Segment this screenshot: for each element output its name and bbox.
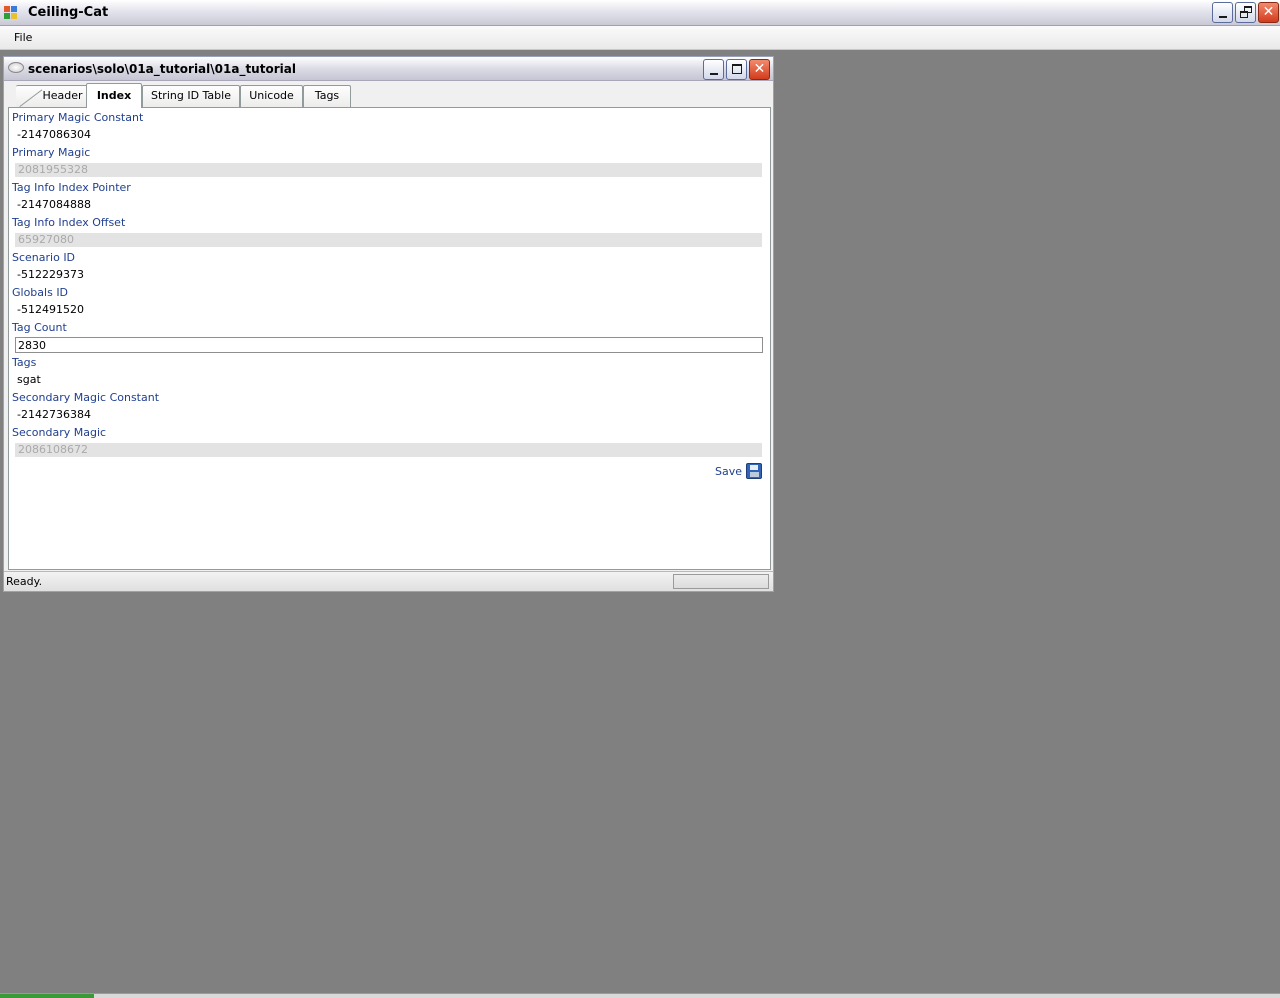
close-icon: ✕ [1262, 4, 1275, 20]
maximize-icon [732, 64, 742, 74]
field-label-tags: Tags [12, 356, 37, 369]
field-label-scenario-id: Scenario ID [12, 251, 76, 264]
status-progress-bar [673, 574, 769, 589]
app-title: Ceiling-Cat [28, 5, 109, 20]
save-button[interactable]: Save [715, 463, 762, 479]
map-window: scenarios\solo\01a_tutorial\01a_tutorial… [3, 56, 774, 592]
app-minimize-button[interactable] [1212, 2, 1233, 23]
minimize-icon [1219, 16, 1227, 18]
tab-header[interactable]: Header [16, 85, 88, 107]
menu-file[interactable]: File [8, 30, 38, 45]
field-value-scenario-id: -512229373 [17, 268, 84, 281]
app-titlebar[interactable]: Ceiling-Cat ✕ [0, 0, 1280, 26]
field-value-primary-magic: 2081955328 [15, 163, 762, 177]
menu-bar: File [0, 26, 1280, 50]
tab-tags[interactable]: Tags [303, 85, 351, 107]
index-tab-page: Primary Magic Constant -2147086304 Prima… [8, 107, 771, 570]
app-close-button[interactable]: ✕ [1258, 2, 1279, 23]
minimize-icon [710, 73, 718, 75]
tag-count-input[interactable] [15, 337, 763, 353]
tab-string-id-table[interactable]: String ID Table [142, 85, 240, 107]
start-button[interactable] [0, 994, 94, 998]
tab-strip: Header Index String ID Table Unicode Tag… [8, 83, 771, 108]
field-label-tag-count: Tag Count [12, 321, 67, 334]
field-label-secondary-magic-constant: Secondary Magic Constant [12, 391, 160, 404]
field-value-tags: sgat [17, 373, 41, 386]
field-label-primary-magic: Primary Magic [12, 146, 91, 159]
save-label: Save [714, 464, 742, 478]
map-maximize-button[interactable] [726, 59, 747, 80]
map-window-controls: ✕ [703, 59, 770, 80]
map-window-title: scenarios\solo\01a_tutorial\01a_tutorial [28, 62, 296, 76]
app-window-controls: ✕ [1212, 2, 1279, 23]
floppy-disk-icon [746, 463, 762, 479]
field-value-tag-info-index-pointer: -2147084888 [17, 198, 91, 211]
close-icon: ✕ [753, 61, 766, 77]
field-label-secondary-magic: Secondary Magic [12, 426, 107, 439]
status-text: Ready. [6, 575, 43, 588]
app-icon [4, 6, 20, 20]
tab-index[interactable]: Index [86, 83, 142, 108]
map-window-titlebar[interactable]: scenarios\solo\01a_tutorial\01a_tutorial… [4, 57, 773, 81]
disc-icon [8, 62, 24, 73]
app-restore-button[interactable] [1235, 2, 1256, 23]
field-value-secondary-magic: 2086108672 [15, 443, 762, 457]
taskbar [0, 993, 1280, 998]
tab-unicode[interactable]: Unicode [240, 85, 303, 107]
map-minimize-button[interactable] [703, 59, 724, 80]
field-label-primary-magic-constant: Primary Magic Constant [12, 111, 144, 124]
field-value-globals-id: -512491520 [17, 303, 84, 316]
field-value-tag-info-index-offset: 65927080 [15, 233, 762, 247]
field-label-tag-info-index-offset: Tag Info Index Offset [12, 216, 126, 229]
field-label-globals-id: Globals ID [12, 286, 69, 299]
status-bar: Ready. [4, 571, 773, 591]
field-value-primary-magic-constant: -2147086304 [17, 128, 91, 141]
field-value-secondary-magic-constant: -2142736384 [17, 408, 91, 421]
field-label-tag-info-index-pointer: Tag Info Index Pointer [12, 181, 131, 194]
map-close-button[interactable]: ✕ [749, 59, 770, 80]
